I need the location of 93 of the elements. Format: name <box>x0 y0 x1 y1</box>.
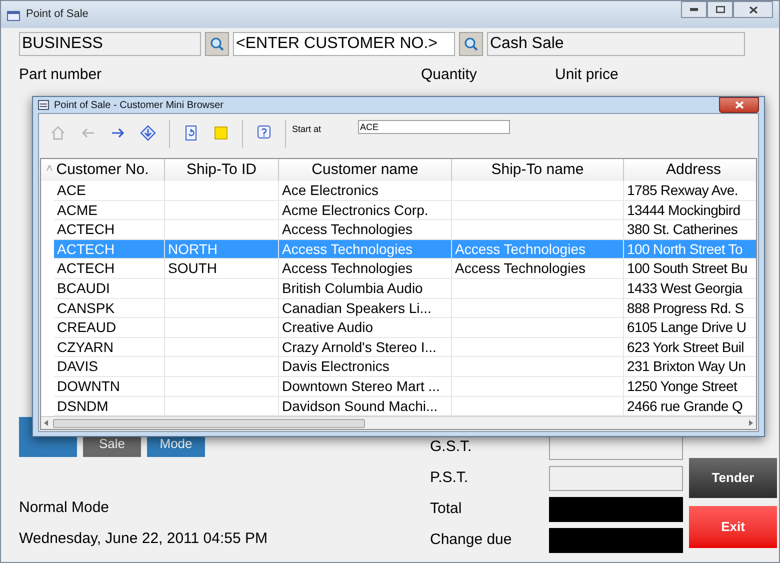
start-at-field[interactable]: ACE <box>358 120 510 134</box>
customer-number-field[interactable]: <ENTER CUSTOMER NO.> <box>233 32 455 56</box>
column-header[interactable]: Customer name <box>279 159 452 181</box>
date-time: Wednesday, June 22, 2011 04:55 PM <box>19 529 269 550</box>
close-icon <box>734 101 744 109</box>
table-cell: Access Technologies <box>455 260 586 276</box>
search-button[interactable] <box>459 32 483 56</box>
table-cell: BCAUDI <box>57 280 110 296</box>
table-cell: ACTECH <box>57 240 115 257</box>
table-cell: NORTH <box>168 240 218 257</box>
field-label: Part number <box>19 64 103 85</box>
scroll-right-icon[interactable] <box>748 420 754 426</box>
table-row[interactable]: CANSPK Canadian Speakers Li... 888 Progress Rd. S <box>54 298 756 318</box>
table-cell: DSNDM <box>57 398 108 414</box>
exit-button[interactable]: Exit <box>689 506 777 548</box>
window-icon <box>38 100 49 110</box>
column-header[interactable]: Ship-To ID <box>165 159 279 181</box>
total-label: G.S.T. <box>430 437 472 458</box>
note-icon <box>213 125 229 141</box>
table-cell: 100 South Street Bu <box>627 260 748 276</box>
table-cell: British Columbia Audio <box>282 280 423 296</box>
search-icon <box>209 36 225 52</box>
table-cell: 231 Brixton Way Un <box>627 358 746 374</box>
minimize-icon <box>690 8 698 11</box>
table-row[interactable]: DAVIS Davis Electronics 231 Brixton Way Un <box>54 357 756 377</box>
customer-name-field[interactable]: Cash Sale <box>487 32 745 56</box>
table-cell: CANSPK <box>57 300 115 316</box>
table-cell: Access Technologies <box>282 260 412 276</box>
field-label: Unit price <box>555 64 618 85</box>
table-cell: 623 York Street Buil <box>627 338 744 355</box>
total-label: Total <box>430 499 462 520</box>
table-row[interactable]: DOWNTN Downtown Stereo Mart ... 1250 Yonge Street <box>54 376 756 397</box>
table-row[interactable]: ACE Ace Electronics 1785 Rexway Ave. <box>54 181 756 201</box>
table-cell: ACE <box>57 182 86 198</box>
column-header[interactable]: Ship-To name <box>452 159 624 181</box>
table-cell: Access Technologies <box>282 240 412 257</box>
field-label: Quantity <box>421 64 478 85</box>
table-cell: Access Technologies <box>282 221 412 238</box>
table-row[interactable]: BCAUDI British Columbia Audio 1433 West Georgia <box>54 278 756 299</box>
table-cell: Acme Electronics Corp. <box>282 202 428 218</box>
table-cell: DAVIS <box>57 358 98 374</box>
table-cell: Access Technologies <box>455 240 586 257</box>
table-cell: 6105 Lange Drive U <box>627 319 746 336</box>
refresh-document-icon <box>183 125 199 141</box>
tender-button[interactable]: Tender <box>689 458 777 498</box>
close-button[interactable] <box>719 97 759 113</box>
help-icon <box>256 125 272 141</box>
table-cell: 2466 rue Grande Q <box>627 398 743 414</box>
window-title: Point of Sale <box>26 7 88 22</box>
table-cell: 100 North Street To <box>627 240 742 257</box>
table-cell: DOWNTN <box>57 378 120 394</box>
mode-status: Normal Mode <box>19 498 110 518</box>
table-cell: ACTECH <box>57 221 115 238</box>
table-row[interactable]: CZYARN Crazy Arnold's Stereo I... 623 York Street Buil <box>54 338 756 358</box>
table-cell: SOUTH <box>168 260 217 276</box>
minimize-button[interactable] <box>681 1 707 18</box>
table-row[interactable]: ACME Acme Electronics Corp. 13444 Mockingbird <box>54 200 756 220</box>
table-cell: 1433 West Georgia <box>627 280 742 296</box>
start-at-label: Start at <box>292 123 322 136</box>
scrollbar-thumb[interactable] <box>53 418 365 428</box>
table-cell: Davis Electronics <box>282 358 390 374</box>
customer-type-field[interactable]: BUSINESS <box>19 32 201 56</box>
table-cell: 13444 Mockingbird <box>627 202 740 218</box>
scroll-left-icon[interactable] <box>43 420 49 426</box>
table-cell: ACTECH <box>57 260 115 276</box>
table-row[interactable]: ACTECH SOUTH Access Technologies Access Technologies 100 South Street Bu <box>54 259 756 279</box>
table-cell: Canadian Speakers Li... <box>282 300 432 316</box>
table-row[interactable]: CREAUD Creative Audio 6105 Lange Drive U <box>54 318 756 338</box>
table-cell: Crazy Arnold's Stereo I... <box>282 338 436 355</box>
table-cell: ACME <box>57 202 98 218</box>
dialog-title: Point of Sale - Customer Mini Browser <box>54 98 224 112</box>
table-cell: 888 Progress Rd. S <box>627 300 744 316</box>
column-header[interactable]: Customer No. <box>41 159 165 181</box>
home-icon <box>50 125 66 141</box>
table-cell: Ace Electronics <box>282 182 378 198</box>
diamond-arrow-icon <box>140 125 156 141</box>
table-cell: 380 St. Catherines <box>627 221 738 238</box>
search-button[interactable] <box>205 32 229 56</box>
table-cell: 1250 Yonge Street <box>627 378 738 394</box>
window-icon <box>7 8 20 20</box>
table-cell: CREAUD <box>57 319 116 336</box>
table-cell: Davidson Sound Machi... <box>282 398 438 414</box>
total-label: Change due <box>430 530 512 550</box>
maximize-button[interactable] <box>707 1 733 18</box>
table-cell: Creative Audio <box>282 319 374 336</box>
total-label: P.S.T. <box>430 468 468 488</box>
close-icon <box>748 6 758 14</box>
table-cell: Downtown Stereo Mart ... <box>282 378 440 394</box>
search-icon <box>463 36 479 52</box>
table-cell: CZYARN <box>57 338 114 355</box>
maximize-icon <box>716 6 724 13</box>
close-button[interactable] <box>733 1 773 18</box>
table-cell: 1785 Rexway Ave. <box>627 182 738 198</box>
